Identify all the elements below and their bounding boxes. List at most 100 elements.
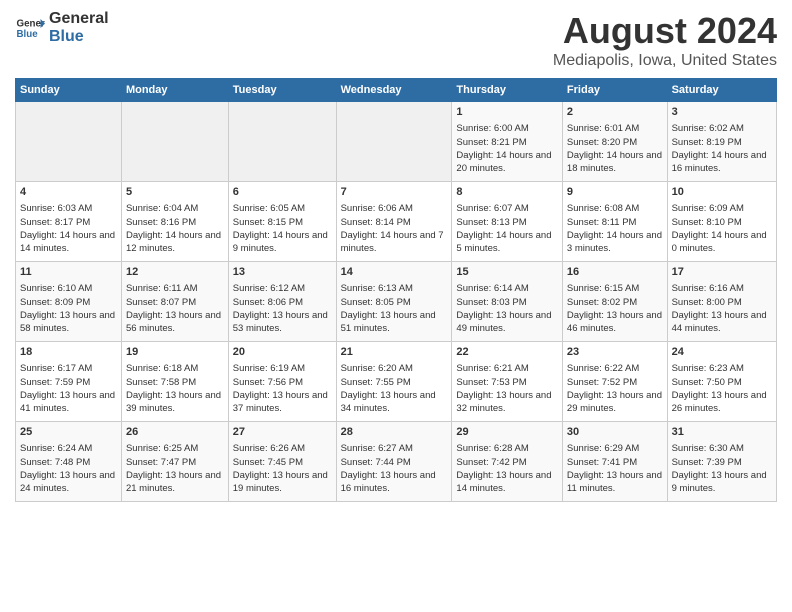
sunrise-text: Sunrise: 6:16 AM bbox=[672, 283, 744, 294]
daylight-text: Daylight: 14 hours and 14 minutes. bbox=[20, 230, 115, 254]
day-number: 10 bbox=[672, 185, 772, 200]
daylight-text: Daylight: 13 hours and 41 minutes. bbox=[20, 390, 115, 414]
daylight-text: Daylight: 13 hours and 29 minutes. bbox=[567, 390, 662, 414]
day-number: 18 bbox=[20, 345, 117, 360]
sunset-text: Sunset: 7:41 PM bbox=[567, 457, 637, 468]
sunrise-text: Sunrise: 6:09 AM bbox=[672, 203, 744, 214]
sunset-text: Sunset: 7:53 PM bbox=[456, 377, 526, 388]
day-number: 9 bbox=[567, 185, 663, 200]
sunrise-text: Sunrise: 6:20 AM bbox=[341, 363, 413, 374]
daylight-text: Daylight: 14 hours and 18 minutes. bbox=[567, 150, 662, 174]
daylight-text: Daylight: 13 hours and 58 minutes. bbox=[20, 310, 115, 334]
sunrise-text: Sunrise: 6:23 AM bbox=[672, 363, 744, 374]
day-number: 7 bbox=[341, 185, 448, 200]
sunrise-text: Sunrise: 6:17 AM bbox=[20, 363, 92, 374]
calendar-cell: 4Sunrise: 6:03 AMSunset: 8:17 PMDaylight… bbox=[16, 182, 122, 262]
day-header-sunday: Sunday bbox=[16, 79, 122, 102]
daylight-text: Daylight: 13 hours and 53 minutes. bbox=[233, 310, 328, 334]
sunrise-text: Sunrise: 6:12 AM bbox=[233, 283, 305, 294]
calendar-cell: 23Sunrise: 6:22 AMSunset: 7:52 PMDayligh… bbox=[562, 342, 667, 422]
calendar-cell: 6Sunrise: 6:05 AMSunset: 8:15 PMDaylight… bbox=[228, 182, 336, 262]
calendar-cell: 14Sunrise: 6:13 AMSunset: 8:05 PMDayligh… bbox=[336, 262, 452, 342]
calendar-cell: 30Sunrise: 6:29 AMSunset: 7:41 PMDayligh… bbox=[562, 422, 667, 502]
sunrise-text: Sunrise: 6:02 AM bbox=[672, 123, 744, 134]
day-number: 13 bbox=[233, 265, 332, 280]
sunrise-text: Sunrise: 6:07 AM bbox=[456, 203, 528, 214]
day-header-tuesday: Tuesday bbox=[228, 79, 336, 102]
daylight-text: Daylight: 14 hours and 5 minutes. bbox=[456, 230, 551, 254]
daylight-text: Daylight: 13 hours and 49 minutes. bbox=[456, 310, 551, 334]
day-number: 28 bbox=[341, 425, 448, 440]
calendar-cell: 13Sunrise: 6:12 AMSunset: 8:06 PMDayligh… bbox=[228, 262, 336, 342]
sunrise-text: Sunrise: 6:25 AM bbox=[126, 443, 198, 454]
calendar-cell: 9Sunrise: 6:08 AMSunset: 8:11 PMDaylight… bbox=[562, 182, 667, 262]
day-number: 31 bbox=[672, 425, 772, 440]
day-number: 26 bbox=[126, 425, 224, 440]
calendar-cell: 8 Sunrise: 6:07 AM Sunset: 8:13 PM Daylight… bbox=[452, 182, 563, 262]
sunrise-text: Sunrise: 6:10 AM bbox=[20, 283, 92, 294]
sunset-text: Sunset: 8:07 PM bbox=[126, 297, 196, 308]
page-container: General Blue General Blue August 2024 Me… bbox=[0, 0, 792, 507]
sunrise-text: Sunrise: 6:04 AM bbox=[126, 203, 198, 214]
daylight-text: Daylight: 13 hours and 37 minutes. bbox=[233, 390, 328, 414]
sunrise-text: Sunrise: 6:26 AM bbox=[233, 443, 305, 454]
daylight-text: Daylight: 14 hours and 16 minutes. bbox=[672, 150, 767, 174]
sunset-text: Sunset: 7:44 PM bbox=[341, 457, 411, 468]
sunrise-text: Sunrise: 6:18 AM bbox=[126, 363, 198, 374]
day-header-thursday: Thursday bbox=[452, 79, 563, 102]
page-header: General Blue General Blue August 2024 Me… bbox=[15, 10, 777, 70]
sunrise-text: Sunrise: 6:15 AM bbox=[567, 283, 639, 294]
calendar-cell: 27Sunrise: 6:26 AMSunset: 7:45 PMDayligh… bbox=[228, 422, 336, 502]
sunset-text: Sunset: 8:11 PM bbox=[567, 217, 637, 228]
daylight-text: Daylight: 13 hours and 19 minutes. bbox=[233, 470, 328, 494]
day-number: 19 bbox=[126, 345, 224, 360]
calendar-cell: 15Sunrise: 6:14 AMSunset: 8:03 PMDayligh… bbox=[452, 262, 563, 342]
calendar-cell: 1Sunrise: 6:00 AMSunset: 8:21 PMDaylight… bbox=[452, 102, 563, 182]
daylight-text: Daylight: 13 hours and 11 minutes. bbox=[567, 470, 662, 494]
calendar-cell: 24Sunrise: 6:23 AMSunset: 7:50 PMDayligh… bbox=[667, 342, 776, 422]
sunset-text: Sunset: 7:58 PM bbox=[126, 377, 196, 388]
calendar-cell: 29Sunrise: 6:28 AMSunset: 7:42 PMDayligh… bbox=[452, 422, 563, 502]
day-number: 8 bbox=[456, 185, 558, 200]
sunrise-text: Sunrise: 6:05 AM bbox=[233, 203, 305, 214]
sunrise-text: Sunrise: 6:21 AM bbox=[456, 363, 528, 374]
day-number: 6 bbox=[233, 185, 332, 200]
day-header-friday: Friday bbox=[562, 79, 667, 102]
day-number: 22 bbox=[456, 345, 558, 360]
calendar-cell bbox=[16, 102, 122, 182]
day-number: 3 bbox=[672, 105, 772, 120]
calendar-header-row: SundayMondayTuesdayWednesdayThursdayFrid… bbox=[16, 79, 777, 102]
subtitle: Mediapolis, Iowa, United States bbox=[553, 52, 777, 70]
sunset-text: Sunset: 8:14 PM bbox=[341, 217, 411, 228]
title-block: August 2024 Mediapolis, Iowa, United Sta… bbox=[553, 10, 777, 70]
daylight-text: Daylight: 13 hours and 51 minutes. bbox=[341, 310, 436, 334]
sunset-text: Sunset: 7:47 PM bbox=[126, 457, 196, 468]
calendar-cell: 11Sunrise: 6:10 AMSunset: 8:09 PMDayligh… bbox=[16, 262, 122, 342]
calendar-cell bbox=[228, 102, 336, 182]
calendar-cell: 2Sunrise: 6:01 AMSunset: 8:20 PMDaylight… bbox=[562, 102, 667, 182]
sunrise-text: Sunrise: 6:01 AM bbox=[567, 123, 639, 134]
sunset-text: Sunset: 8:20 PM bbox=[567, 137, 637, 148]
daylight-text: Daylight: 13 hours and 46 minutes. bbox=[567, 310, 662, 334]
day-header-saturday: Saturday bbox=[667, 79, 776, 102]
sunset-text: Sunset: 7:48 PM bbox=[20, 457, 90, 468]
daylight-text: Daylight: 13 hours and 34 minutes. bbox=[341, 390, 436, 414]
day-number: 20 bbox=[233, 345, 332, 360]
daylight-text: Daylight: 14 hours and 12 minutes. bbox=[126, 230, 221, 254]
daylight-text: Daylight: 13 hours and 56 minutes. bbox=[126, 310, 221, 334]
day-number: 24 bbox=[672, 345, 772, 360]
main-title: August 2024 bbox=[553, 10, 777, 52]
calendar-week-5: 25Sunrise: 6:24 AMSunset: 7:48 PMDayligh… bbox=[16, 422, 777, 502]
sunrise-text: Sunrise: 6:11 AM bbox=[126, 283, 198, 294]
daylight-text: Daylight: 14 hours and 3 minutes. bbox=[567, 230, 662, 254]
daylight-text: Daylight: 13 hours and 16 minutes. bbox=[341, 470, 436, 494]
sunset-text: Sunset: 7:42 PM bbox=[456, 457, 526, 468]
logo: General Blue General Blue bbox=[15, 10, 109, 45]
sunrise-text: Sunrise: 6:19 AM bbox=[233, 363, 305, 374]
daylight-text: Daylight: 13 hours and 44 minutes. bbox=[672, 310, 767, 334]
day-number: 25 bbox=[20, 425, 117, 440]
logo-icon: General Blue bbox=[15, 13, 45, 43]
sunset-text: Sunset: 8:13 PM bbox=[456, 217, 526, 228]
sunrise-text: Sunrise: 6:28 AM bbox=[456, 443, 528, 454]
day-number: 21 bbox=[341, 345, 448, 360]
